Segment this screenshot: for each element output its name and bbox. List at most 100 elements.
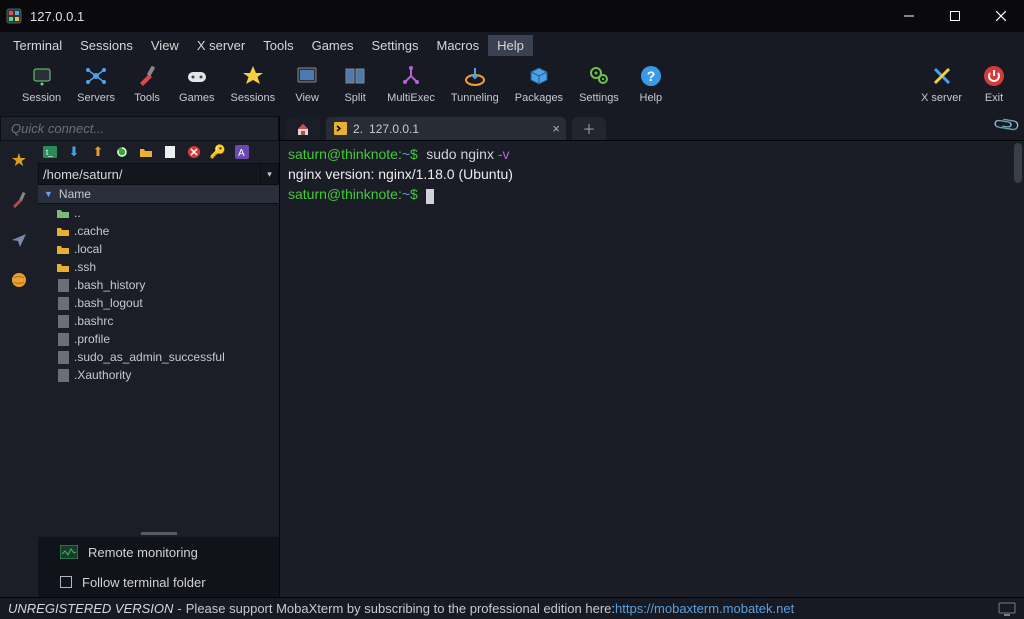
btb-newfolder-icon[interactable] xyxy=(138,144,154,160)
file-row-file[interactable]: .bash_logout xyxy=(38,294,279,312)
tb-settings[interactable]: Settings xyxy=(571,62,627,106)
help-icon: ? xyxy=(639,64,663,88)
monitor-icon xyxy=(60,545,78,559)
tb-sessions[interactable]: Sessions xyxy=(223,62,284,106)
btb-newfile-icon[interactable] xyxy=(162,144,178,160)
file-row-file[interactable]: .bashrc xyxy=(38,312,279,330)
tab-new[interactable]: ＋ xyxy=(572,117,606,140)
folder-icon xyxy=(56,243,70,255)
file-row-folder[interactable]: .cache xyxy=(38,222,279,240)
panel-divider[interactable] xyxy=(38,529,279,537)
status-bar: UNREGISTERED VERSION - Please support Mo… xyxy=(0,597,1024,619)
menu-view[interactable]: View xyxy=(142,35,188,56)
terminal-cursor xyxy=(426,189,434,204)
exit-icon xyxy=(982,64,1006,88)
tb-split[interactable]: Split xyxy=(331,62,379,106)
tb-multiexec[interactable]: MultiExec xyxy=(379,62,443,106)
tb-games[interactable]: Games xyxy=(171,62,222,106)
unregistered-label: UNREGISTERED VERSION xyxy=(8,601,173,616)
svg-text:?: ? xyxy=(647,68,656,84)
tab-home[interactable] xyxy=(286,117,320,140)
terminal-tab-icon xyxy=(334,122,347,135)
path-input[interactable] xyxy=(38,163,261,185)
tab-bar: 2. 127.0.0.1 × ＋ xyxy=(280,116,1024,141)
file-row-file[interactable]: .sudo_as_admin_successful xyxy=(38,348,279,366)
file-icon xyxy=(56,351,70,363)
side-icon-bar: ★ xyxy=(0,141,38,597)
terminal-scrollbar[interactable] xyxy=(1014,143,1022,183)
file-row-file[interactable]: .bash_history xyxy=(38,276,279,294)
file-row-up[interactable]: .. xyxy=(38,204,279,222)
window-title: 127.0.0.1 xyxy=(30,9,84,24)
tb-xserver[interactable]: X server xyxy=(913,62,970,106)
file-row-folder[interactable]: .local xyxy=(38,240,279,258)
browser-toolbar: t_ ⬇ ⬆ 🔑 A xyxy=(38,141,279,163)
btb-delete-icon[interactable] xyxy=(186,144,202,160)
checkbox-icon xyxy=(60,576,72,588)
svg-text:t_: t_ xyxy=(46,148,53,157)
menu-terminal[interactable]: Terminal xyxy=(4,35,71,56)
home-icon xyxy=(296,122,310,136)
file-row-file[interactable]: .profile xyxy=(38,330,279,348)
tb-tools[interactable]: Tools xyxy=(123,62,171,106)
menu-help[interactable]: Help xyxy=(488,35,533,56)
tb-packages[interactable]: Packages xyxy=(507,62,571,106)
tb-view[interactable]: View xyxy=(283,62,331,106)
minimize-button[interactable] xyxy=(886,0,932,32)
svg-text:A: A xyxy=(238,148,245,159)
file-row-folder[interactable]: .ssh xyxy=(38,258,279,276)
terminal[interactable]: saturn@thinknote:~$ sudo nginx -v nginx … xyxy=(280,141,1024,597)
tb-servers[interactable]: Servers xyxy=(69,62,123,106)
tb-help[interactable]: ?Help xyxy=(627,62,675,106)
sidetab-send-icon[interactable] xyxy=(8,229,30,251)
path-dropdown[interactable]: ▾ xyxy=(261,163,279,185)
tools-icon xyxy=(135,64,159,88)
session-icon xyxy=(30,64,54,88)
folder-icon xyxy=(56,225,70,237)
follow-terminal-checkbox[interactable]: Follow terminal folder xyxy=(38,567,279,597)
btb-refresh-icon[interactable] xyxy=(114,144,130,160)
btb-terminal-icon[interactable]: t_ xyxy=(42,144,58,160)
tunneling-icon xyxy=(463,64,487,88)
remote-monitoring-toggle[interactable]: Remote monitoring xyxy=(38,537,279,567)
file-icon xyxy=(56,315,70,327)
tb-exit[interactable]: Exit xyxy=(970,62,1018,106)
tab-close-icon[interactable]: × xyxy=(552,121,560,136)
btb-upload-icon[interactable]: ⬆ xyxy=(90,144,106,160)
maximize-button[interactable] xyxy=(932,0,978,32)
tb-tunneling[interactable]: Tunneling xyxy=(443,62,507,106)
packages-icon xyxy=(527,64,551,88)
menu-games[interactable]: Games xyxy=(303,35,363,56)
tab-session[interactable]: 2. 127.0.0.1 × xyxy=(326,117,566,140)
menu-tools[interactable]: Tools xyxy=(254,35,302,56)
btb-a-icon[interactable]: A xyxy=(234,144,250,160)
titlebar: 127.0.0.1 xyxy=(0,0,1024,32)
close-button[interactable] xyxy=(978,0,1024,32)
view-icon xyxy=(295,64,319,88)
btb-key-icon[interactable]: 🔑 xyxy=(210,144,226,160)
tb-session[interactable]: Session xyxy=(14,62,69,106)
quick-connect-input[interactable]: Quick connect... xyxy=(0,116,279,141)
sidetab-star-icon[interactable]: ★ xyxy=(8,149,30,171)
file-header-name[interactable]: ▼Name xyxy=(38,185,279,204)
sessions-icon xyxy=(241,64,265,88)
sidetab-globe-icon[interactable] xyxy=(8,269,30,291)
status-message: Please support MobaXterm by subscribing … xyxy=(186,601,615,616)
menu-settings[interactable]: Settings xyxy=(363,35,428,56)
folder-icon xyxy=(56,261,70,273)
menu-xserver[interactable]: X server xyxy=(188,35,254,56)
btb-download-icon[interactable]: ⬇ xyxy=(66,144,82,160)
file-icon xyxy=(56,333,70,345)
menu-sessions[interactable]: Sessions xyxy=(71,35,142,56)
file-icon xyxy=(56,279,70,291)
multiexec-icon xyxy=(399,64,423,88)
status-link[interactable]: https://mobaxterm.mobatek.net xyxy=(615,601,794,616)
right-panel: 2. 127.0.0.1 × ＋ saturn@thinknote:~$ sud… xyxy=(280,116,1024,597)
status-monitor-icon[interactable] xyxy=(998,602,1016,616)
menu-macros[interactable]: Macros xyxy=(427,35,488,56)
file-tree[interactable]: .. .cache .local .ssh .bash_history .bas… xyxy=(38,204,279,529)
games-icon xyxy=(185,64,209,88)
file-row-file[interactable]: .Xauthority xyxy=(38,366,279,384)
sidetab-tools-icon[interactable] xyxy=(8,189,30,211)
toolbar: Session Servers Tools Games Sessions Vie… xyxy=(0,58,1024,116)
